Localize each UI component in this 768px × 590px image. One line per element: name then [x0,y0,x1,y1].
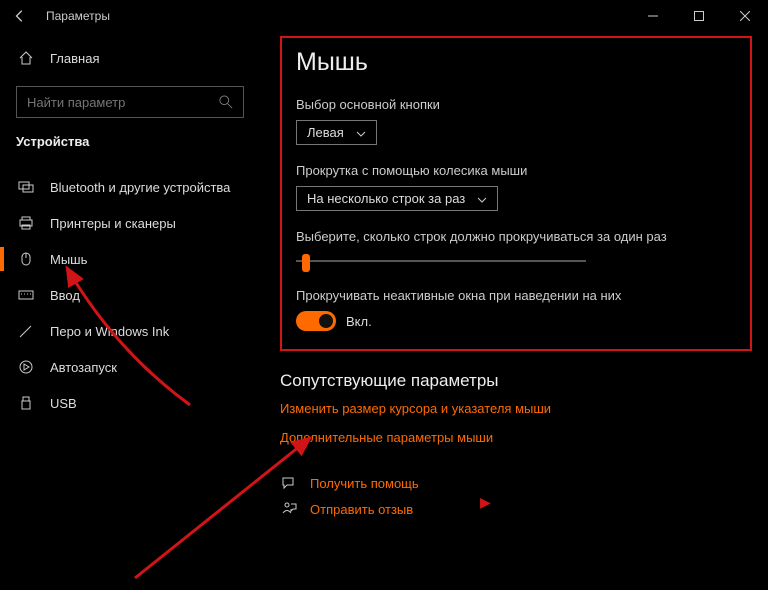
minimize-button[interactable] [630,0,676,32]
highlighted-section: Мышь Выбор основной кнопки Левая Прокрут… [280,36,752,351]
sidebar-item-typing[interactable]: Ввод [0,277,260,313]
search-input[interactable] [27,95,219,110]
page-title: Мышь [296,48,736,77]
sidebar-item-pen[interactable]: Перо и Windows Ink [0,313,260,349]
feedback-icon [280,501,298,517]
chevron-down-icon [356,125,366,140]
help-label: Получить помощь [310,476,419,491]
sidebar-item-label: Принтеры и сканеры [50,216,176,231]
keyboard-icon [16,287,36,303]
autoplay-icon [16,359,36,375]
sidebar-item-label: USB [50,396,77,411]
help-icon [280,475,298,491]
home-icon [16,50,36,66]
link-additional-mouse[interactable]: Дополнительные параметры мыши [280,430,752,445]
content-area: Мышь Выбор основной кнопки Левая Прокрут… [260,32,768,590]
slider-line [296,260,586,262]
toggle-value: Вкл. [346,314,372,329]
sidebar: Главная Устройства Bluetooth и другие ус… [0,32,260,590]
related-heading: Сопутствующие параметры [280,371,752,391]
sidebar-item-printers[interactable]: Принтеры и сканеры [0,205,260,241]
lines-slider[interactable] [296,252,586,270]
pen-icon [16,323,36,339]
dropdown-value: Левая [307,125,344,140]
printer-icon [16,215,36,231]
feedback-row[interactable]: Отправить отзыв [280,501,752,517]
sidebar-item-label: Мышь [50,252,87,267]
sidebar-home[interactable]: Главная [0,40,260,76]
inactive-toggle[interactable] [296,311,336,331]
primary-button-label: Выбор основной кнопки [296,97,736,112]
maximize-icon [694,11,704,21]
chevron-down-icon [477,191,487,206]
feedback-label: Отправить отзыв [310,502,413,517]
sidebar-item-label: Bluetooth и другие устройства [50,180,230,195]
close-button[interactable] [722,0,768,32]
mouse-icon [16,251,36,267]
annotation-triangle: ▶ [480,494,491,511]
sidebar-item-bluetooth[interactable]: Bluetooth и другие устройства [0,169,260,205]
scroll-dropdown[interactable]: На несколько строк за раз [296,186,498,211]
usb-icon [16,395,36,411]
minimize-icon [648,11,658,21]
sidebar-item-mouse[interactable]: Мышь [0,241,260,277]
help-row[interactable]: Получить помощь [280,475,752,491]
toggle-knob [319,314,333,328]
search-icon [219,95,233,109]
sidebar-category: Устройства [0,128,260,163]
slider-thumb[interactable] [302,254,310,272]
bluetooth-icon [16,179,36,195]
back-button[interactable] [8,4,32,28]
search-box[interactable] [16,86,244,118]
sidebar-item-autoplay[interactable]: Автозапуск [0,349,260,385]
link-cursor-size[interactable]: Изменить размер курсора и указателя мыши [280,401,752,416]
lines-label: Выберите, сколько строк должно прокручив… [296,229,736,244]
sidebar-item-label: Перо и Windows Ink [50,324,169,339]
inactive-label: Прокручивать неактивные окна при наведен… [296,288,736,303]
back-arrow-icon [13,9,27,23]
maximize-button[interactable] [676,0,722,32]
close-icon [740,11,750,21]
window-title: Параметры [46,9,110,23]
dropdown-value: На несколько строк за раз [307,191,465,206]
scroll-label: Прокрутка с помощью колесика мыши [296,163,736,178]
primary-button-dropdown[interactable]: Левая [296,120,377,145]
sidebar-item-usb[interactable]: USB [0,385,260,421]
sidebar-item-label: Автозапуск [50,360,117,375]
sidebar-home-label: Главная [50,51,99,66]
sidebar-item-label: Ввод [50,288,80,303]
